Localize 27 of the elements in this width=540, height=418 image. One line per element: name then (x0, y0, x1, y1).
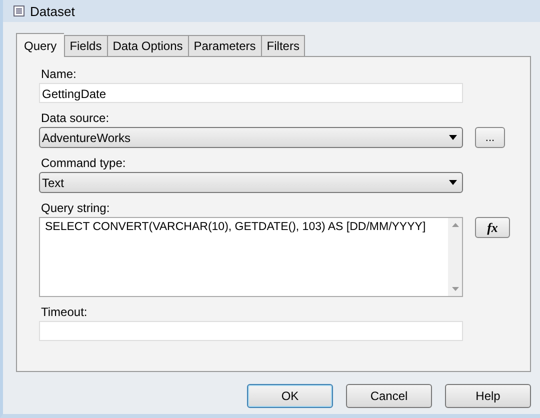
field-label: Timeout: (41, 305, 88, 319)
dialog-button[interactable]: OK (247, 384, 333, 408)
scrollbar[interactable] (448, 218, 462, 296)
scroll-down-icon[interactable] (452, 287, 458, 291)
browse-button[interactable]: ... (475, 127, 505, 148)
dropdown-caret-icon (449, 180, 457, 185)
expression-button[interactable]: fx (475, 217, 510, 238)
window-title: Dataset (30, 4, 75, 18)
field-label: Command type: (41, 156, 127, 170)
dialog-button[interactable]: Help (445, 384, 531, 408)
field-label: Data source: (41, 111, 110, 125)
dropdown-caret-icon (449, 135, 457, 140)
tab[interactable]: Parameters (188, 35, 261, 56)
timeout-field[interactable] (39, 321, 463, 341)
tab[interactable]: Data Options (106, 35, 188, 56)
tab[interactable]: Filters (260, 35, 306, 56)
field-label: Query string: (41, 201, 111, 215)
tab[interactable]: Query (16, 33, 64, 57)
tab[interactable]: Fields (64, 35, 107, 56)
dataset-icon (13, 5, 25, 17)
field-label: Name: (41, 67, 78, 81)
command-type-dropdown[interactable]: Text (39, 172, 463, 193)
data-source-dropdown[interactable]: AdventureWorks (39, 127, 463, 148)
dialog-button[interactable]: Cancel (346, 384, 432, 408)
scroll-up-icon[interactable] (452, 223, 458, 227)
query-text-area[interactable]: SELECT CONVERT(VARCHAR(10), GETDATE(), 103) AS [DD/MM/YYYY] (39, 217, 463, 297)
name-field[interactable]: GettingDate (39, 83, 463, 103)
